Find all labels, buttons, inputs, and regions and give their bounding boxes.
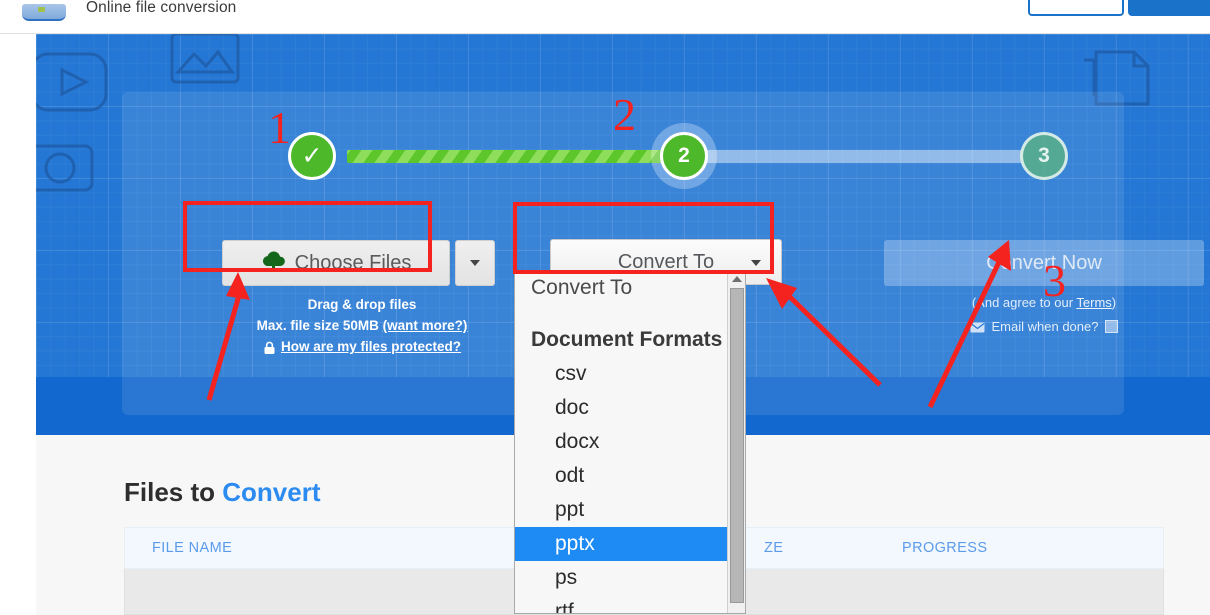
stepper-line-pending [687, 150, 1022, 163]
browser-tab-title[interactable]: Online file conversion [86, 0, 236, 17]
stepper-step-2-label: 2 [678, 144, 690, 167]
stepper-step-1[interactable]: ✓ [288, 132, 336, 180]
listbox-option-pptx[interactable]: pptx [515, 527, 745, 561]
scroll-up-arrow-icon[interactable] [732, 276, 742, 282]
stepper-step-3-label: 3 [1038, 144, 1050, 167]
choose-files-dropdown-toggle[interactable] [455, 240, 495, 286]
choose-files-button[interactable]: Choose Files [222, 240, 450, 286]
site-favicon [22, 4, 66, 21]
stepper-line-completed [347, 150, 682, 163]
video-play-outline-icon [36, 48, 118, 118]
listbox-option-odt[interactable]: odt [515, 459, 745, 493]
annotation-number-3: 3 [1043, 255, 1066, 306]
chevron-down-icon [470, 260, 480, 266]
listbox-option-ppt[interactable]: ppt [515, 493, 745, 527]
header-primary-button[interactable] [1128, 0, 1210, 16]
terms-suffix: ) [1111, 295, 1117, 310]
envelope-icon [970, 321, 985, 333]
email-when-done-checkbox[interactable] [1105, 320, 1119, 333]
terms-link[interactable]: Terms [1076, 295, 1111, 310]
column-header-size: ZE [764, 540, 784, 556]
image-frame-outline-icon [168, 34, 248, 88]
lock-icon [263, 340, 276, 354]
listbox-option-csv[interactable]: csv [515, 357, 745, 391]
page-title-plain: Files to [124, 477, 223, 507]
annotation-number-2: 2 [613, 89, 636, 140]
listbox-placeholder-item[interactable]: Convert To [515, 271, 745, 305]
browser-chrome: Online file conversion [0, 0, 1210, 34]
page-title: Files to Convert [124, 477, 321, 508]
left-margin-top [0, 34, 36, 435]
stepper-step-1-label: ✓ [301, 141, 323, 170]
listbox-option-doc[interactable]: doc [515, 391, 745, 425]
listbox-spacer [515, 305, 745, 323]
convert-to-listbox[interactable]: Convert To Document Formats csv doc docx… [514, 270, 746, 614]
annotation-number-1: 1 [268, 102, 291, 153]
chevron-down-icon [751, 260, 761, 266]
max-size-text: Max. file size 50MB [256, 318, 383, 333]
listbox-option-ps[interactable]: ps [515, 561, 745, 595]
want-more-link[interactable]: (want more?) [383, 318, 468, 333]
page-root: Online file conversion ✓ 2 3 Choose File… [0, 0, 1210, 615]
column-header-progress: PROGRESS [902, 540, 988, 556]
listbox-group-header: Document Formats [531, 328, 723, 351]
files-protected-row: How are my files protected? [182, 336, 542, 357]
header-secondary-button[interactable] [1028, 0, 1124, 16]
files-protected-link[interactable]: How are my files protected? [281, 336, 461, 357]
left-margin-bottom [0, 435, 36, 615]
max-size-hint: Max. file size 50MB (want more?) [182, 315, 542, 336]
listbox-scrollbar[interactable] [727, 271, 745, 613]
column-header-file-name: FILE NAME [152, 540, 233, 556]
camera-outline-icon [36, 130, 102, 200]
email-when-done-label: Email when done? [991, 319, 1099, 334]
cloud-upload-icon [261, 250, 286, 277]
upload-hints: Drag & drop files Max. file size 50MB (w… [182, 294, 542, 357]
choose-files-label: Choose Files [294, 251, 412, 274]
email-when-done-row: Email when done? [884, 319, 1204, 334]
stepper-step-3[interactable]: 3 [1020, 132, 1068, 180]
page-title-accent: Convert [222, 477, 321, 507]
choose-files-group: Choose Files [222, 240, 495, 286]
stepper-step-2[interactable]: 2 [660, 132, 708, 180]
drag-drop-hint: Drag & drop files [307, 297, 417, 312]
listbox-option-docx[interactable]: docx [515, 425, 745, 459]
listbox-scrollbar-thumb[interactable] [730, 288, 744, 603]
listbox-option-rtf[interactable]: rtf [515, 595, 745, 613]
